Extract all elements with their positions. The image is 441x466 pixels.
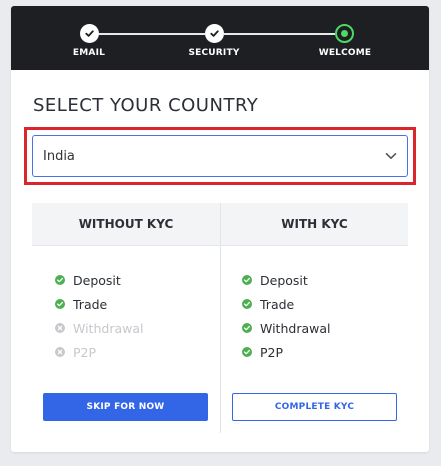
feature-label: Withdrawal bbox=[73, 320, 144, 336]
check-circle-icon bbox=[242, 275, 252, 285]
step-connector bbox=[99, 33, 205, 35]
check-circle-icon bbox=[242, 323, 252, 333]
with-kyc-features: Deposit Trade Withdrawal P2P bbox=[242, 268, 330, 364]
without-kyc-column: WITHOUT KYC Deposit Trade Withdrawal P2P bbox=[32, 203, 220, 433]
list-item: Deposit bbox=[55, 268, 143, 292]
feature-label: Withdrawal bbox=[260, 320, 331, 336]
list-item: Trade bbox=[242, 292, 330, 316]
feature-label: Deposit bbox=[260, 272, 308, 288]
feature-label: P2P bbox=[260, 344, 284, 360]
with-kyc-column: WITH KYC Deposit Trade Withdrawal P2P CO… bbox=[220, 203, 408, 433]
feature-label: P2P bbox=[73, 344, 97, 360]
list-item: Withdrawal bbox=[55, 316, 143, 340]
onboarding-card: EMAIL SECURITY WELCOME SELECT YOUR COUNT… bbox=[11, 6, 429, 452]
list-item: Withdrawal bbox=[242, 316, 330, 340]
feature-label: Trade bbox=[73, 296, 108, 312]
kyc-comparison: WITHOUT KYC Deposit Trade Withdrawal P2P bbox=[32, 203, 408, 433]
list-item: P2P bbox=[242, 340, 330, 364]
complete-kyc-button[interactable]: COMPLETE KYC bbox=[232, 393, 397, 421]
check-circle-icon bbox=[55, 299, 65, 309]
list-item: Deposit bbox=[242, 268, 330, 292]
step-security-check-icon bbox=[205, 24, 224, 43]
x-circle-icon bbox=[55, 347, 65, 357]
feature-label: Trade bbox=[260, 296, 295, 312]
step-label-email: EMAIL bbox=[72, 48, 106, 58]
page-title: SELECT YOUR COUNTRY bbox=[33, 95, 259, 116]
step-connector bbox=[224, 33, 335, 35]
progress-stepper: EMAIL SECURITY WELCOME bbox=[11, 6, 429, 70]
without-kyc-heading: WITHOUT KYC bbox=[32, 203, 220, 246]
with-kyc-heading: WITH KYC bbox=[221, 203, 408, 246]
list-item: Trade bbox=[55, 292, 143, 316]
check-circle-icon bbox=[55, 275, 65, 285]
country-select[interactable]: India bbox=[32, 135, 408, 177]
step-label-security: SECURITY bbox=[188, 48, 240, 58]
check-circle-icon bbox=[242, 299, 252, 309]
step-welcome-current-icon bbox=[335, 24, 354, 43]
x-circle-icon bbox=[55, 323, 65, 333]
skip-for-now-button[interactable]: SKIP FOR NOW bbox=[43, 393, 208, 421]
check-circle-icon bbox=[242, 347, 252, 357]
step-email-check-icon bbox=[80, 24, 99, 43]
without-kyc-features: Deposit Trade Withdrawal P2P bbox=[55, 268, 143, 364]
country-select-value: India bbox=[43, 148, 75, 164]
step-label-welcome: WELCOME bbox=[318, 48, 372, 58]
chevron-down-icon bbox=[385, 150, 397, 166]
list-item: P2P bbox=[55, 340, 143, 364]
feature-label: Deposit bbox=[73, 272, 121, 288]
